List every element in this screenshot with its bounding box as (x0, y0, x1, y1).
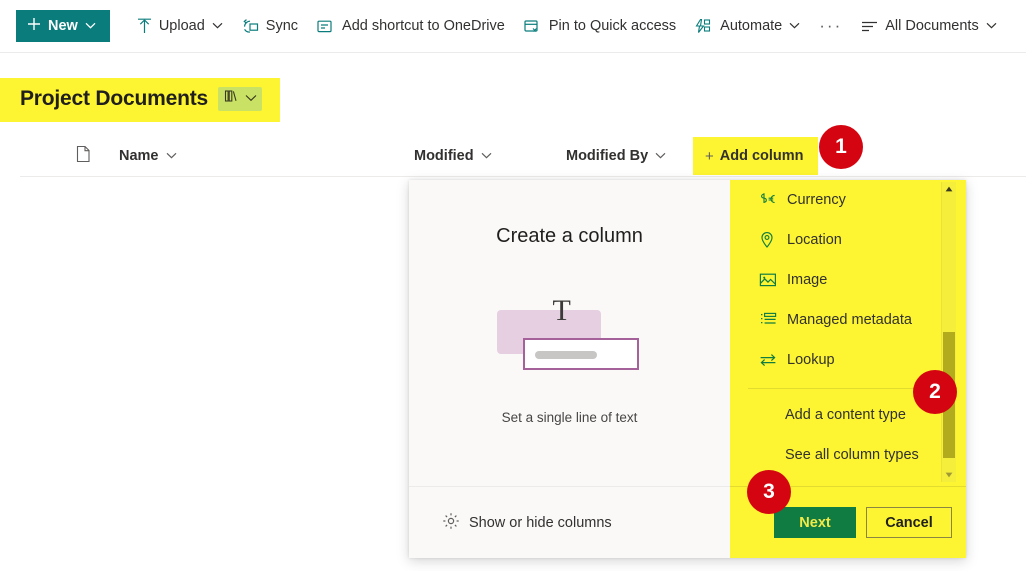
text-cursor-icon: T (552, 294, 571, 327)
more-options-button[interactable]: ··· (809, 7, 852, 45)
new-button-label: New (48, 18, 78, 34)
add-column-button[interactable]: + Add column (693, 137, 818, 175)
sync-button[interactable]: Sync (232, 7, 307, 45)
chevron-down-icon (85, 21, 96, 32)
automate-label: Automate (720, 18, 783, 34)
column-type-currency[interactable]: Currency (730, 180, 952, 220)
column-header-name[interactable]: Name (119, 148, 177, 164)
view-label: All Documents (885, 18, 979, 34)
illustration-placeholder-bar (534, 351, 597, 359)
column-type-label: Location (787, 232, 842, 248)
column-header-modified-by[interactable]: Modified By (566, 148, 666, 164)
column-type-lookup[interactable]: Lookup (730, 340, 952, 380)
add-shortcut-label: Add shortcut to OneDrive (342, 18, 505, 34)
illustration-caption: Set a single line of text (501, 410, 638, 425)
page-title: Project Documents (20, 87, 208, 110)
pin-label: Pin to Quick access (548, 18, 677, 34)
column-type-label: Managed metadata (787, 312, 912, 328)
grid-divider (20, 176, 1026, 177)
column-header-name-label: Name (119, 148, 159, 164)
illustration-input (522, 338, 639, 370)
column-type-list: Currency Location Image Managed metadata… (730, 180, 952, 486)
see-all-column-types-link[interactable]: See all column types (730, 435, 952, 475)
sync-icon (241, 18, 259, 35)
column-type-illustration: T (496, 296, 643, 380)
automate-icon (694, 18, 713, 35)
upload-icon (137, 18, 152, 35)
command-bar: New Upload Sync Add shortcut to OneDrive… (0, 0, 1026, 53)
cancel-button[interactable]: Cancel (866, 507, 952, 538)
column-type-list-scrollbar[interactable] (941, 182, 956, 482)
upload-button[interactable]: Upload (128, 7, 232, 45)
step-badge-2: 2 (913, 370, 957, 414)
pin-to-quick-access-button[interactable]: Pin to Quick access (514, 7, 685, 45)
column-header-row: Name Modified Modified By (0, 137, 1026, 175)
plus-icon (27, 17, 41, 35)
column-header-modified-label: Modified (414, 148, 474, 164)
image-icon (759, 272, 777, 288)
show-or-hide-columns-label: Show or hide columns (469, 514, 612, 531)
step-badge-3: 3 (747, 470, 791, 514)
library-icon (224, 89, 241, 109)
new-button[interactable]: New (16, 10, 110, 42)
chevron-down-icon (789, 21, 800, 32)
lookup-icon (759, 353, 777, 367)
column-type-image[interactable]: Image (730, 260, 952, 300)
add-shortcut-to-onedrive-button[interactable]: Add shortcut to OneDrive (307, 7, 514, 45)
managed-metadata-icon (759, 312, 777, 328)
pin-icon (523, 18, 542, 35)
page-title-area: Project Documents (0, 78, 280, 122)
column-type-label: Image (787, 272, 828, 288)
currency-icon (759, 192, 777, 208)
step-badge-1: 1 (819, 125, 863, 169)
next-button[interactable]: Next (774, 507, 856, 538)
create-column-callout: Create a column T Set a single line of t… (409, 180, 966, 558)
view-selector-button[interactable]: All Documents (852, 7, 1005, 45)
chevron-down-icon (655, 151, 666, 162)
plus-icon: + (705, 147, 714, 165)
location-pin-icon (759, 231, 777, 249)
library-type-badge[interactable] (217, 87, 262, 111)
onedrive-shortcut-icon (316, 18, 335, 35)
file-type-column-header[interactable] (76, 145, 91, 167)
automate-button[interactable]: Automate (685, 7, 809, 45)
chevron-down-icon (481, 151, 492, 162)
chevron-down-icon (212, 21, 223, 32)
column-type-label: Lookup (787, 352, 835, 368)
chevron-down-icon (166, 151, 177, 162)
dialog-title: Create a column (496, 225, 643, 247)
scroll-up-arrow-icon[interactable] (942, 182, 956, 196)
column-type-managed-metadata[interactable]: Managed metadata (730, 300, 952, 340)
document-icon (76, 145, 91, 167)
chevron-down-icon (245, 94, 257, 105)
callout-left-pane: Create a column T Set a single line of t… (409, 180, 730, 558)
gear-icon (442, 512, 460, 534)
column-type-label: Currency (787, 192, 846, 208)
column-type-location[interactable]: Location (730, 220, 952, 260)
add-column-label: Add column (719, 148, 804, 164)
upload-label: Upload (158, 18, 205, 34)
chevron-down-icon (986, 21, 997, 32)
column-header-modified-by-label: Modified By (566, 148, 649, 164)
callout-left-footer: Show or hide columns (409, 486, 730, 558)
list-separator (748, 388, 934, 389)
column-header-modified[interactable]: Modified (414, 148, 492, 164)
sync-label: Sync (265, 18, 299, 34)
scroll-down-arrow-icon[interactable] (942, 468, 956, 482)
show-or-hide-columns-link[interactable]: Show or hide columns (442, 512, 612, 534)
view-list-icon (861, 20, 878, 33)
